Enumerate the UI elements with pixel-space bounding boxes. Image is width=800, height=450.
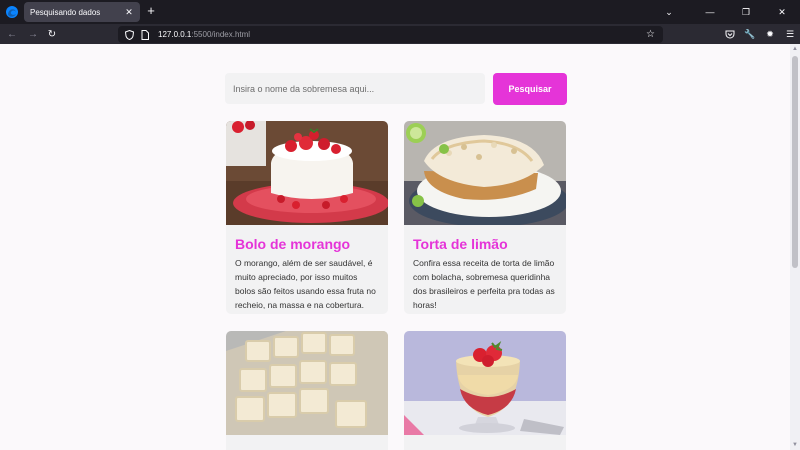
dessert-card: [226, 331, 388, 450]
menu-icon[interactable]: ☰: [780, 24, 800, 44]
page-icon[interactable]: [140, 29, 150, 40]
close-tab-icon[interactable]: ✕: [124, 7, 134, 17]
shield-icon[interactable]: [124, 29, 134, 40]
list-all-tabs-icon[interactable]: ⌄: [656, 0, 682, 24]
address-bar[interactable]: 127.0.0.1:5500/index.html ☆: [118, 26, 663, 43]
dessert-card: Bolo de morango O morango, além de ser s…: [226, 121, 388, 314]
scrollbar-thumb[interactable]: [792, 56, 798, 268]
close-window-icon[interactable]: ✕: [764, 0, 800, 24]
bookmark-star-icon[interactable]: ☆: [646, 29, 657, 40]
back-icon[interactable]: ←: [5, 27, 19, 41]
page-scrollbar[interactable]: ▲ ▼: [790, 44, 800, 450]
card-title: Bolo de morango: [235, 236, 351, 252]
strawberry-trifle-image: [404, 331, 566, 435]
card-description: O morango, além de ser saudável, é muito…: [235, 258, 376, 310]
new-tab-icon[interactable]: +: [144, 4, 158, 18]
restore-icon[interactable]: ❐: [728, 0, 764, 24]
white-chocolate-image: [226, 331, 388, 435]
tab-title: Pesquisando dados: [30, 7, 101, 17]
card-title: Torta de limão: [413, 236, 508, 252]
dessert-card: Torta de limão Confira essa receita de t…: [404, 121, 566, 314]
pocket-icon[interactable]: [720, 24, 740, 44]
lemon-pie-image: [404, 121, 566, 225]
extensions-icon[interactable]: 🔧: [740, 24, 760, 44]
page-viewport: Pesquisar: [0, 44, 790, 450]
forward-icon[interactable]: →: [26, 27, 40, 41]
url-text: 127.0.0.1:5500/index.html: [158, 30, 251, 39]
search-bar: Pesquisar: [225, 73, 567, 105]
browser-nav-bar: ← → ↻ 127.0.0.1:5500/index.html ☆ 🔧 ✹ ☰: [0, 24, 800, 44]
browser-tab-bar: Pesquisando dados ✕ + ⌄ — ❐ ✕: [0, 0, 800, 24]
search-button[interactable]: Pesquisar: [493, 73, 567, 105]
scroll-up-icon[interactable]: ▲: [792, 46, 798, 52]
settings-icon[interactable]: ✹: [760, 24, 780, 44]
minimize-icon[interactable]: —: [692, 0, 728, 24]
reload-icon[interactable]: ↻: [45, 27, 59, 41]
card-description: Confira essa receita de torta de limão c…: [413, 258, 555, 310]
scroll-down-icon[interactable]: ▼: [792, 442, 798, 448]
dessert-card: [404, 331, 566, 450]
firefox-logo-icon[interactable]: [5, 5, 19, 19]
search-input[interactable]: [225, 73, 485, 104]
strawberry-cake-image: [226, 121, 388, 225]
active-tab[interactable]: Pesquisando dados ✕: [24, 2, 140, 22]
